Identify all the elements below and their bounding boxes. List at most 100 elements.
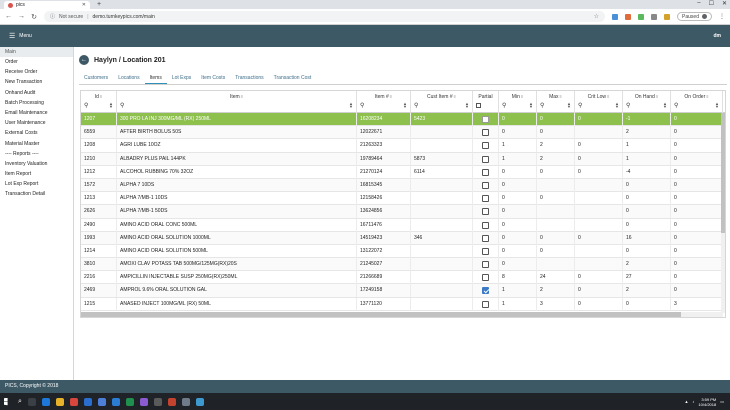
column-filter-icon[interactable]: ≡ [560,94,562,99]
partial-checkbox[interactable] [482,261,489,269]
tab-locations[interactable]: Locations [113,72,144,84]
close-tab-icon[interactable]: ✕ [82,2,86,8]
sort-icon[interactable]: ▲ ▼ [403,102,407,109]
partial-checkbox[interactable] [482,221,489,229]
column-filter-icon[interactable]: ≡ [241,94,243,99]
partial-checkbox[interactable] [482,300,489,308]
extension-icon[interactable] [638,13,645,20]
info-icon[interactable]: ⓘ [50,13,55,20]
partial-checkbox[interactable] [482,142,489,150]
column-header-on-hand[interactable]: On Hand≡ ⚲ ▲ ▼ [623,91,671,113]
table-row[interactable]: 1215 ANASED INJECT 100MG/ML (RX) 50ML 1377… [81,297,725,311]
search-icon[interactable]: ⌕ [18,398,22,406]
tab-lot-exps[interactable]: Lot Exps [167,72,196,84]
tab-customers[interactable]: Customers [79,72,113,84]
column-header-max[interactable]: Max≡ ⚲ ▲ ▼ [537,91,575,113]
table-row[interactable]: 1208 AGRI LUBE 10OZ 21263323 1 2 0 1 0 [81,139,725,153]
table-row[interactable]: 1207 300 PRO LA INJ 300MG/ML (RX) 250ML 16… [81,113,725,127]
sidebar-item-transaction-detail[interactable]: Transaction Detail [0,189,73,199]
column-header-crit-low[interactable]: Crit Low≡ ⚲ ▲ ▼ [575,91,623,113]
tab-transaction-cost[interactable]: Transaction Cost [269,72,317,84]
column-filter-icon[interactable]: ≡ [521,94,523,99]
partial-checkbox[interactable] [482,208,489,216]
horizontal-scrollbar[interactable] [81,312,723,317]
app-icon[interactable] [153,397,162,406]
sidebar-item-receive-order[interactable]: Receive Order [0,67,73,77]
task-view-icon[interactable] [27,397,36,406]
table-row[interactable]: 2469 AMPROL 9.6% ORAL SOLUTION GAL 1724915… [81,284,725,298]
close-window-icon[interactable]: ✕ [722,0,727,7]
table-row[interactable]: 1212 ALCOHOL RUBBING 70% 32OZ 21270124 6114… [81,165,725,179]
column-header-min[interactable]: Min≡ ⚲ ▲ ▼ [499,91,537,113]
edge-icon[interactable] [41,397,50,406]
file-explorer-icon[interactable] [55,397,64,406]
sidebar-item-material-master[interactable]: Material Master [0,139,73,149]
sort-icon[interactable]: ▲ ▼ [109,102,113,109]
back-button[interactable]: ← [79,55,89,65]
browser-menu-icon[interactable]: ⋮ [719,13,725,20]
sort-icon[interactable]: ▲ ▼ [615,102,619,109]
partial-checkbox[interactable] [482,274,489,282]
column-search-icon[interactable]: ⚲ [674,102,678,109]
table-row[interactable]: 1214 AMINO ACID ORAL SOLUTION 500ML 131220… [81,244,725,259]
column-search-icon[interactable]: ⚲ [578,102,582,109]
column-filter-icon[interactable]: ≡ [706,94,708,99]
extension-icon[interactable] [612,13,619,20]
maximize-icon[interactable]: ☐ [709,0,714,7]
vertical-scrollbar[interactable] [721,113,725,313]
sort-icon[interactable]: ▲ ▼ [465,102,469,109]
column-search-icon[interactable]: ⚲ [626,102,630,109]
extension-icon[interactable] [651,13,658,20]
partial-checkbox[interactable] [482,155,489,163]
sort-icon[interactable]: ▲ ▼ [663,102,667,109]
extension-icon[interactable] [625,13,632,20]
tab-item-costs[interactable]: Item Costs [196,72,230,84]
sidebar-item-onhand-audit[interactable]: Onhand Audit [0,88,73,98]
clock[interactable]: 3:59 PM 10/4/2018 [698,397,716,407]
column-search-icon[interactable]: ⚲ [540,102,544,109]
profile-paused-button[interactable]: Paused [677,12,712,21]
scrollbar-thumb[interactable] [81,312,681,317]
notifications-icon[interactable]: ▭ [720,399,724,404]
forward-arrow-icon[interactable]: → [18,13,25,20]
sort-icon[interactable]: ▲ ▼ [567,102,571,109]
network-icon[interactable]: ▲ [684,399,688,404]
column-header-id[interactable]: Id≡ ⚲ ▲ ▼ [81,91,117,113]
table-row[interactable]: 1572 ALPHA 7 10DS 16815345 0 0 0 [81,178,725,193]
column-filter-icon[interactable]: ≡ [607,94,609,99]
column-header-on-order[interactable]: On Order≡ ⚲ ▲ ▼ [671,91,723,113]
column-search-icon[interactable]: ⚲ [120,102,124,109]
bookmark-star-icon[interactable]: ☆ [594,13,599,20]
sidebar-item-user-maintenance[interactable]: User Maintenance [0,118,73,128]
column-filter-icon[interactable]: ≡ [390,94,392,99]
table-row[interactable]: 2626 ALPHA 7/MB-1 50DS 13624856 0 0 0 [81,205,725,219]
minimize-icon[interactable]: – [697,0,700,7]
tab-items[interactable]: Items [144,72,167,84]
column-header-partial[interactable]: Partial [473,91,499,113]
partial-checkbox[interactable] [482,181,489,189]
scrollbar-thumb[interactable] [721,113,725,233]
extension-icon[interactable] [664,13,671,20]
table-row[interactable]: 1213 ALPHA 7/MB-1 10DS 12158426 0 0 0 0 [81,192,725,206]
menu-label[interactable]: Menu [19,33,32,39]
hamburger-menu-icon[interactable]: ☰ [9,32,15,40]
app-icon[interactable] [181,397,190,406]
address-bar[interactable]: ⓘ Not secure | demo.turnkeypics.com/main… [44,11,606,22]
partial-filter-checkbox[interactable] [476,103,481,108]
sidebar-item-batch-processing[interactable]: Batch Processing [0,98,73,108]
sidebar-item-email-maintenance[interactable]: Email Maintenance [0,108,73,118]
sort-icon[interactable]: ▲ ▼ [715,102,719,109]
back-arrow-icon[interactable]: ← [5,13,12,20]
table-row[interactable]: 2216 AMPICILLIN INJECTABLE SUSP 250MG(RX)… [81,271,725,285]
sort-icon[interactable]: ▲ ▼ [529,102,533,109]
app-icon[interactable] [139,397,148,406]
column-header-cust-item-number[interactable]: Cust Item #≡ ⚲ ▲ ▼ [411,91,473,113]
partial-checkbox[interactable] [482,129,489,137]
sidebar-item-external-costs[interactable]: External Costs [0,128,73,138]
column-filter-icon[interactable]: ≡ [454,94,456,99]
column-search-icon[interactable]: ⚲ [502,102,506,109]
table-row[interactable]: 1210 ALBADRY PLUS PAIL 144PK 19789464 5873 1… [81,152,725,166]
windows-start-icon[interactable] [4,397,8,406]
column-header-item[interactable]: Item≡ ⚲ ▲ ▼ [117,91,357,113]
mail-icon[interactable] [97,397,106,406]
